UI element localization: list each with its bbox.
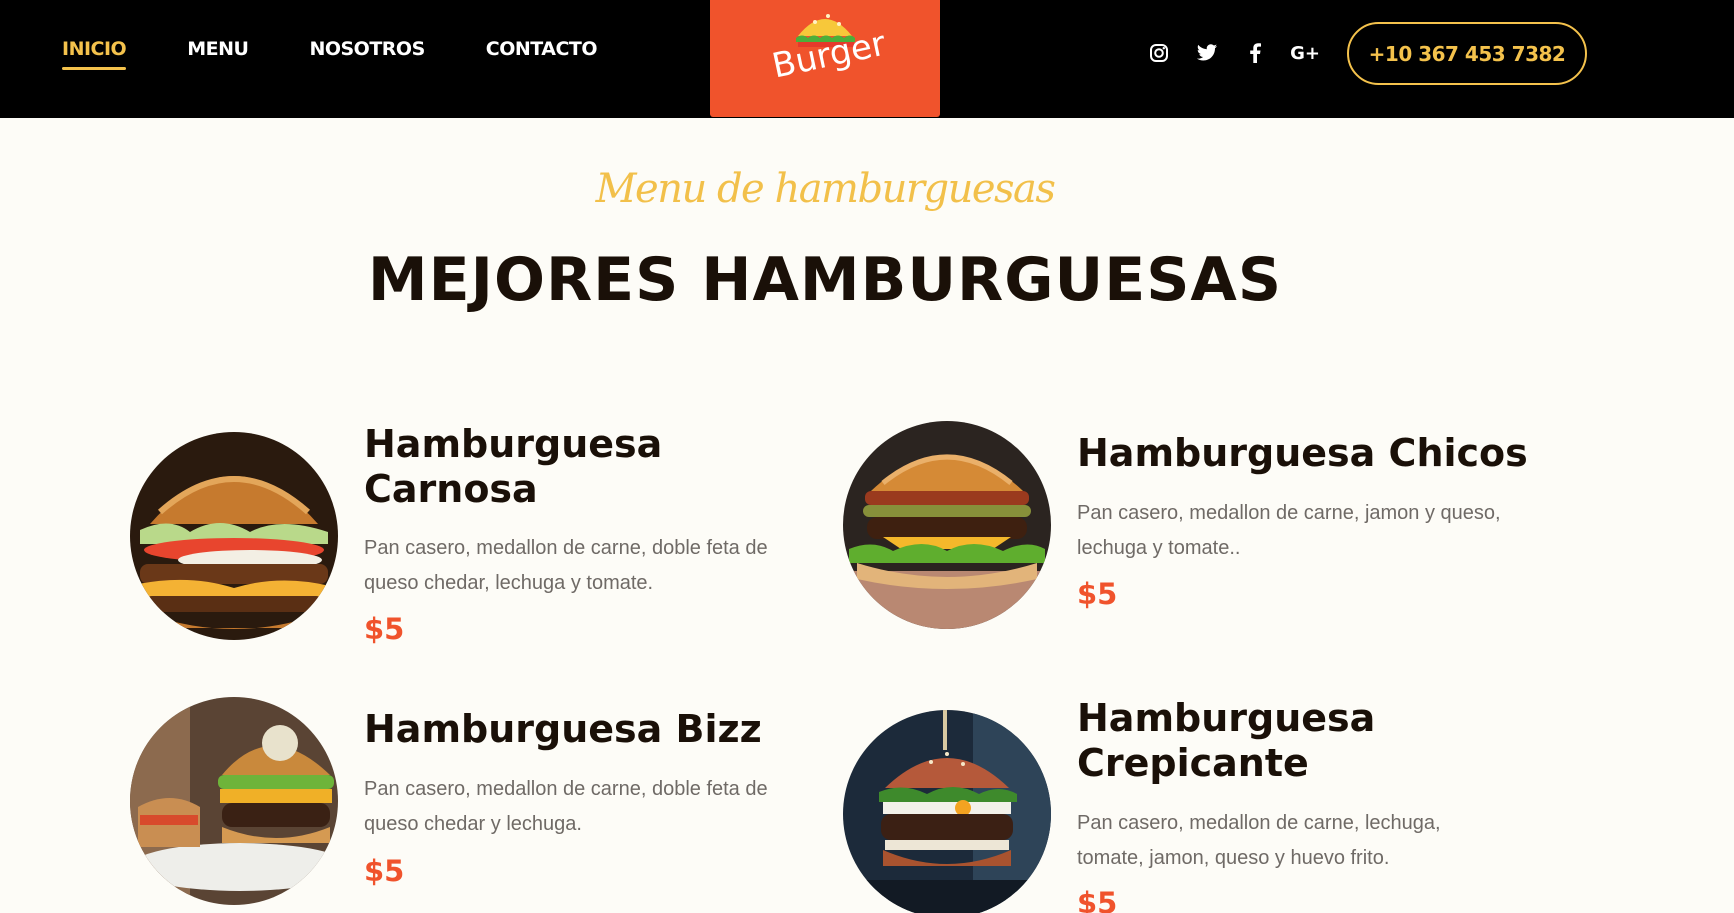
- menu-item-price: $5: [364, 612, 405, 646]
- menu-item-price: $5: [364, 854, 405, 888]
- menu-item-price: $5: [1077, 886, 1118, 913]
- main-nav: INICIO MENU NOSOTROS CONTACTO: [62, 38, 658, 70]
- section-kicker: Menu de hamburguesas: [595, 166, 1056, 212]
- section-heading: MEJORES HAMBURGUESAS: [367, 245, 1283, 315]
- phone-button[interactable]: +10 367 453 7382: [1347, 22, 1587, 85]
- menu-item-description: Pan casero, medallon de carne, doble fet…: [364, 537, 768, 594]
- menu-item-title: Hamburguesa Chicos: [1077, 431, 1528, 475]
- twitter-icon[interactable]: [1194, 40, 1220, 66]
- nav-link-menu[interactable]: MENU: [187, 38, 249, 70]
- menu-item-description: Pan casero, medallon de carne, doble fet…: [364, 778, 768, 835]
- burger-photo-3: [130, 697, 338, 905]
- menu-item-description: Pan casero, medallon de carne, jamon y q…: [1077, 502, 1501, 559]
- menu-item-price: $5: [1077, 577, 1118, 611]
- social-links: G+: [1146, 40, 1342, 66]
- burger-photo-4: [843, 710, 1051, 913]
- top-navbar: INICIO MENU NOSOTROS CONTACTO Burger G+ …: [0, 0, 1734, 118]
- menu-item-title: Hamburguesa Crepicante: [1077, 696, 1376, 785]
- burger-photo-2: [843, 421, 1051, 629]
- instagram-icon[interactable]: [1146, 40, 1172, 66]
- nav-link-contacto[interactable]: CONTACTO: [486, 38, 598, 70]
- burger-logo-icon: Burger: [769, 14, 889, 87]
- google-plus-icon[interactable]: G+: [1290, 40, 1320, 66]
- menu-item-description: Pan casero, medallon de carne, lechuga, …: [1077, 812, 1441, 869]
- menu-item-title: Hamburguesa Bizz: [364, 707, 762, 751]
- nav-link-inicio[interactable]: INICIO: [62, 38, 127, 70]
- facebook-icon[interactable]: [1242, 40, 1268, 66]
- nav-link-nosotros[interactable]: NOSOTROS: [309, 38, 425, 70]
- menu-item-title: Hamburguesa Carnosa: [364, 422, 663, 511]
- logo[interactable]: Burger: [710, 0, 940, 117]
- burger-photo-1: [130, 432, 338, 640]
